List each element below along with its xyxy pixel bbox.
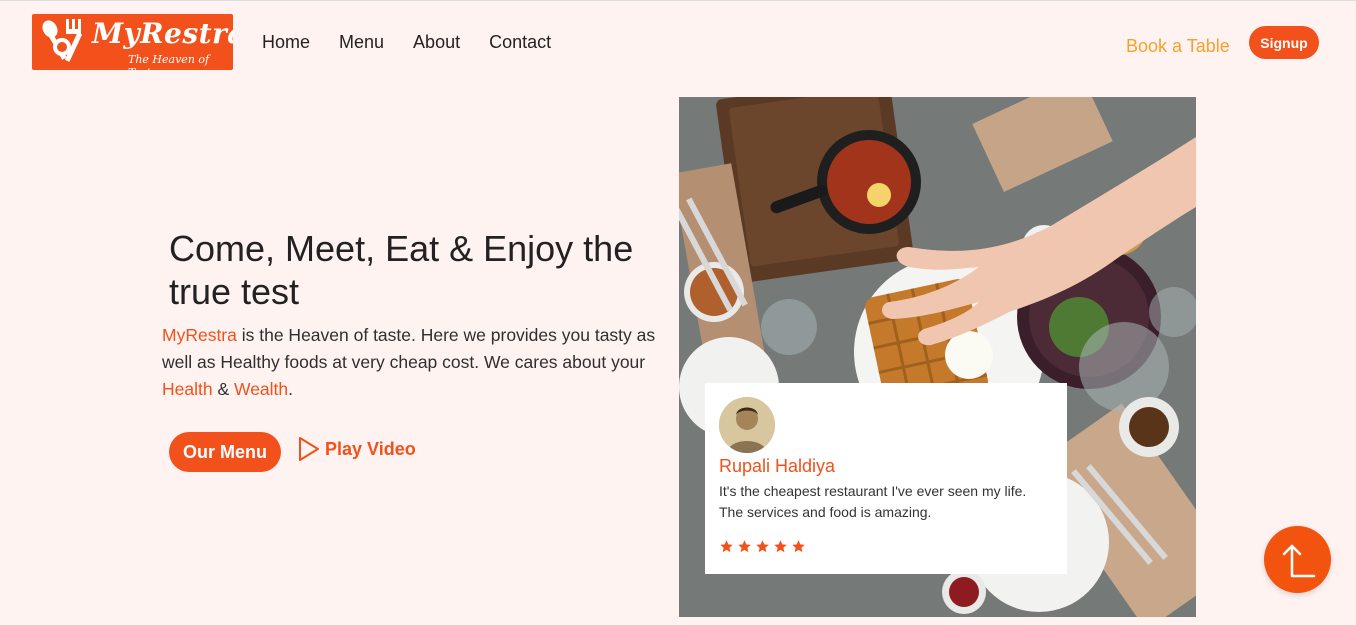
brand-logo[interactable]: MyRestra The Heaven of Taste [32, 14, 233, 70]
scroll-to-top-button[interactable] [1264, 526, 1331, 593]
signup-button[interactable]: Signup [1249, 26, 1319, 59]
star-icon [756, 540, 769, 553]
our-menu-button[interactable]: Our Menu [169, 432, 281, 472]
desc-wealth-highlight: Wealth [234, 379, 289, 399]
star-icon [774, 540, 787, 553]
desc-brand-highlight: MyRestra [162, 325, 237, 345]
desc-health-highlight: Health [162, 379, 213, 399]
nav-link-about[interactable]: About [413, 32, 460, 53]
hero-description: MyRestra is the Heaven of taste. Here we… [162, 322, 674, 403]
desc-text: is the Heaven of taste. Here we provides… [162, 325, 656, 372]
reviewer-name: Rupali Haldiya [719, 456, 836, 476]
review-card: Rupali Haldiya It's the cheapest restaur… [705, 383, 1067, 574]
nav-link-menu[interactable]: Menu [339, 32, 384, 53]
nav-link-home[interactable]: Home [262, 32, 310, 53]
play-video-label: Play Video [325, 438, 416, 459]
nav-link-contact[interactable]: Contact [489, 32, 551, 53]
review-text: It's the cheapest restaurant I've ever s… [719, 483, 1027, 520]
star-rating [719, 539, 806, 554]
main-nav: Home Menu About Contact [262, 32, 551, 53]
play-video-button[interactable]: Play Video [297, 435, 416, 463]
brand-name: MyRestra [92, 17, 233, 50]
book-table-link[interactable]: Book a Table [1126, 36, 1230, 57]
hero-title: Come, Meet, Eat & Enjoy the true test [169, 228, 634, 312]
fork-spoon-icon [42, 19, 83, 62]
desc-ampersand: & [212, 379, 234, 399]
star-icon [720, 540, 733, 553]
reviewer-avatar [719, 397, 775, 453]
brand-tagline: The Heaven of Taste [128, 53, 210, 70]
star-icon [738, 540, 751, 553]
play-outline-icon [299, 437, 319, 461]
desc-period: . [288, 379, 294, 399]
arrow-up-icon [1282, 544, 1315, 577]
star-icon [792, 540, 805, 553]
